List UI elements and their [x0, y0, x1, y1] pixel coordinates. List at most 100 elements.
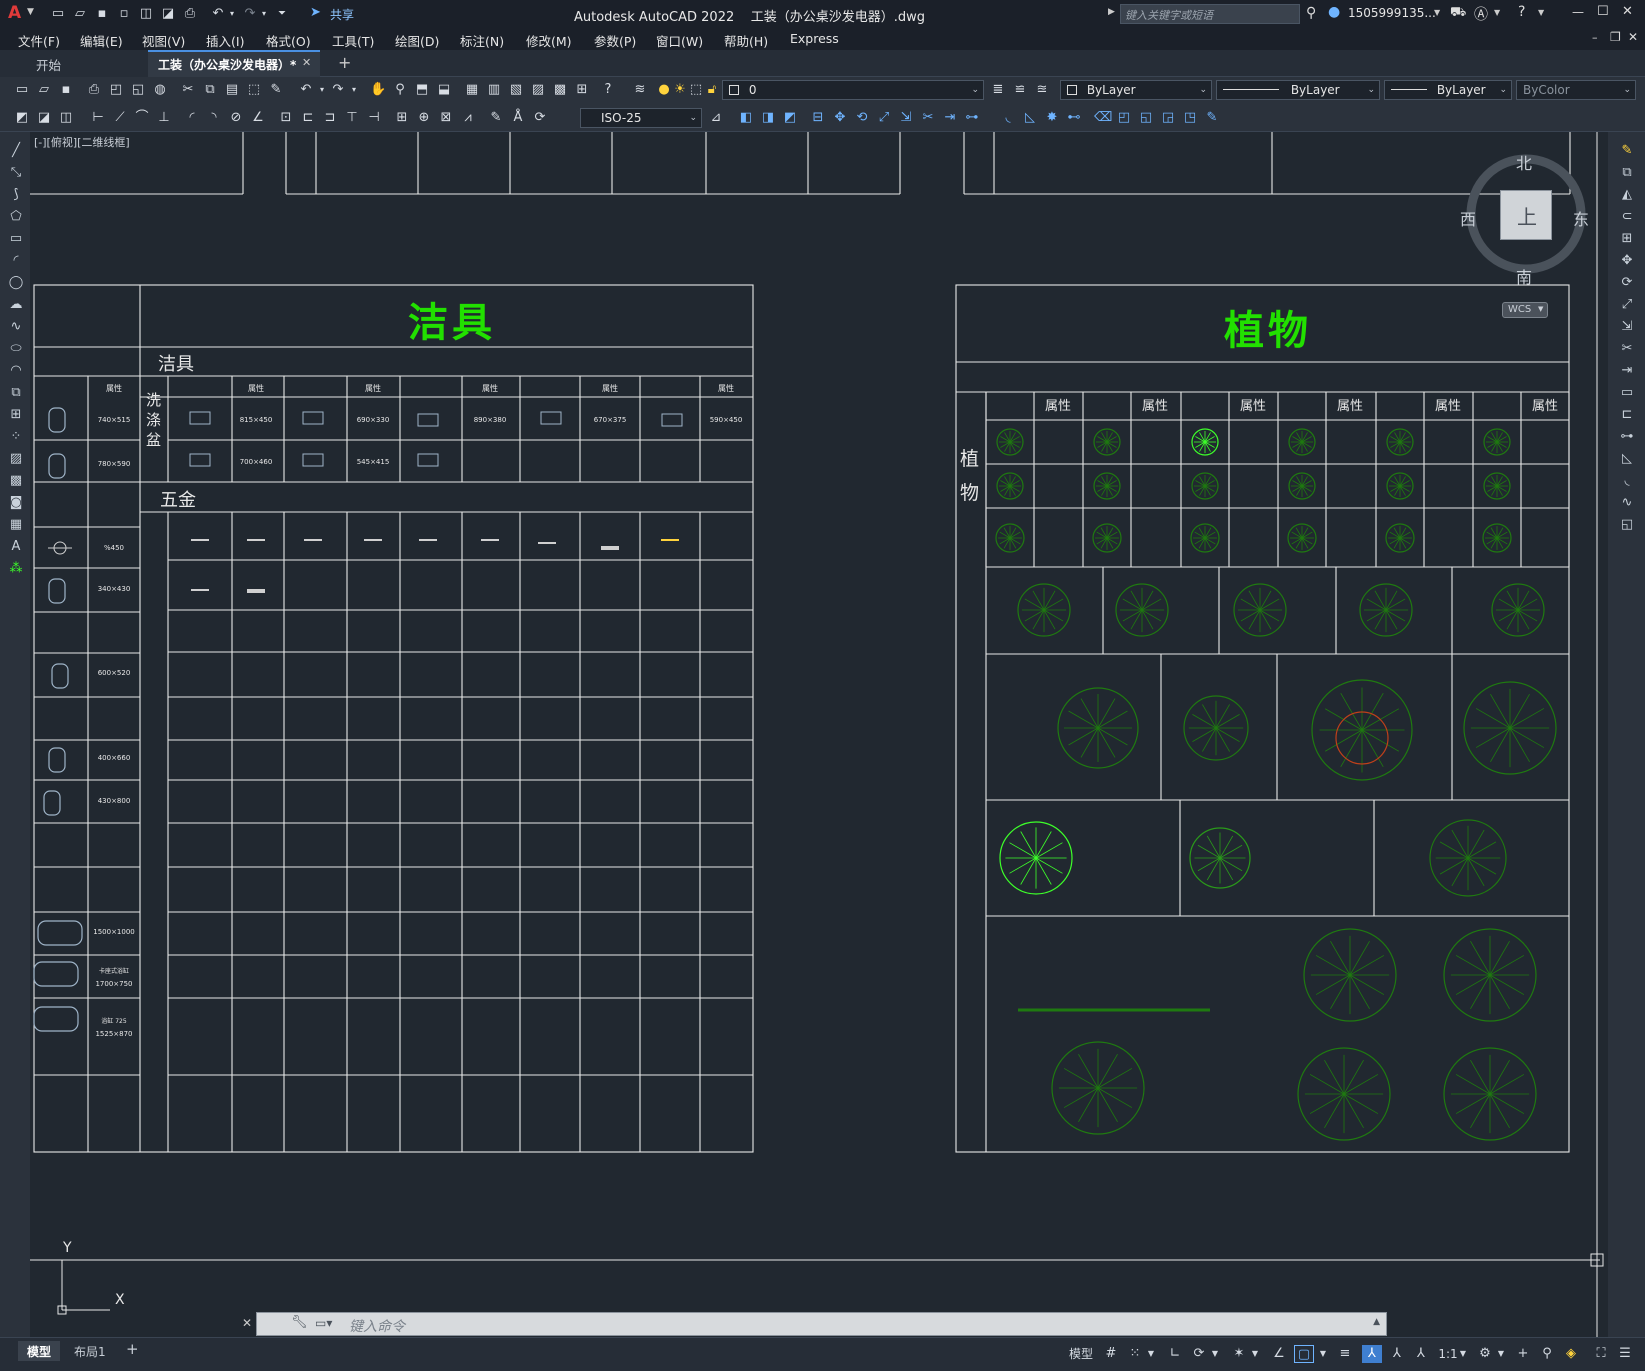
lineweight-dropdown[interactable]: ByLayer ⌄	[1384, 80, 1512, 100]
grid-icon[interactable]: #	[1102, 1345, 1120, 1363]
add-selected-icon[interactable]: ⁂	[7, 560, 25, 578]
viewcube-north[interactable]: 北	[1516, 150, 1532, 174]
zoom-previous-icon[interactable]: ⬓	[436, 82, 452, 98]
rotate-icon[interactable]: ⟳	[1618, 274, 1636, 292]
tool-palettes-icon[interactable]: ▧	[508, 82, 524, 98]
isolate-objects-icon[interactable]: ◈	[1562, 1345, 1580, 1363]
table-icon[interactable]: ▦	[7, 516, 25, 534]
redo-dropdown-icon[interactable]: ▾	[346, 82, 362, 98]
new-icon[interactable]: ▭	[14, 82, 30, 98]
chamfer-icon[interactable]: ◺	[1618, 450, 1636, 468]
command-line[interactable]: ✕ 🔧︎ ▭▾ 键入命令 ▲	[242, 1312, 1387, 1336]
ellipse-arc-icon[interactable]: ◠	[7, 362, 25, 380]
search-icon[interactable]: ⚲	[1306, 5, 1316, 21]
break-icon[interactable]: ⊏	[1618, 406, 1636, 424]
pan-icon[interactable]: ✋	[370, 82, 386, 98]
autocad-logo[interactable]: A	[8, 3, 21, 23]
viewcube-east[interactable]: 东	[1573, 206, 1589, 230]
ortho-icon[interactable]: ∟	[1166, 1345, 1184, 1363]
units-icon[interactable]: ⚲	[1538, 1345, 1556, 1363]
undo-dropdown-icon[interactable]: ▾	[224, 6, 240, 22]
close-window-button[interactable]: ✕	[1622, 4, 1633, 19]
tolerance-icon[interactable]: ⊞	[394, 110, 410, 126]
lineweight-icon[interactable]: ≡	[1336, 1345, 1354, 1363]
chamfer-icon[interactable]: ◺	[1022, 110, 1038, 126]
fillet-icon[interactable]: ◟	[1000, 110, 1016, 126]
jogged-dim-icon[interactable]: ◝	[206, 110, 222, 126]
fillet-icon[interactable]: ◟	[1618, 472, 1636, 490]
join-icon[interactable]: ⊷	[1066, 110, 1082, 126]
edit-hatch-icon[interactable]: ◳	[1182, 110, 1198, 126]
tab-active-drawing[interactable]: 工装（办公桌沙发电器）* ✕	[148, 50, 320, 77]
help-icon[interactable]: ?	[1518, 4, 1525, 20]
help-icon[interactable]: ?	[600, 82, 616, 98]
menu-help[interactable]: 帮助(H)	[724, 31, 768, 50]
workspace-gear-icon[interactable]: ⚙	[1476, 1345, 1494, 1363]
annotation-autoscale-icon[interactable]: ⅄	[1388, 1345, 1406, 1363]
layer-freeze-icon[interactable]: ☀	[672, 82, 688, 98]
user-dropdown-icon[interactable]: ▼	[1434, 8, 1440, 17]
annotation-scale-value[interactable]: 1:1	[1436, 1345, 1460, 1363]
linear-dim-icon[interactable]: ⊢	[90, 110, 106, 126]
save-icon[interactable]: ▪	[58, 82, 74, 98]
calculator-icon[interactable]: ⊞	[574, 82, 590, 98]
trim-icon[interactable]: ✂	[920, 110, 936, 126]
stretch-icon[interactable]: ⇲	[1618, 318, 1636, 336]
search-expand-icon[interactable]: ▶	[1108, 7, 1115, 17]
explode-icon[interactable]: ✸	[1044, 110, 1060, 126]
save-as-icon[interactable]: ▫	[116, 6, 132, 22]
add-layout-button[interactable]: +	[126, 1340, 139, 1358]
command-close-icon[interactable]: ✕	[242, 1316, 252, 1330]
minimize-button[interactable]: —	[1572, 5, 1584, 19]
block-editor-icon[interactable]: ✎	[268, 82, 284, 98]
workspace-dropdown-icon[interactable]: ▼	[1496, 1345, 1506, 1363]
dim-break-icon[interactable]: ⊣	[366, 110, 382, 126]
snap-dropdown-icon[interactable]: ▼	[1146, 1345, 1156, 1363]
doc-restore-button[interactable]: ❐	[1610, 30, 1621, 44]
doc-close-button[interactable]: ✕	[1628, 30, 1638, 44]
extend-icon[interactable]: ⇥	[942, 110, 958, 126]
scale-icon[interactable]: ⤢	[876, 110, 892, 126]
wblock-icon[interactable]: ◩	[14, 110, 30, 126]
edit-text-icon[interactable]: ✎	[1204, 110, 1220, 126]
menu-file[interactable]: 文件(F)	[18, 31, 60, 50]
spline-icon[interactable]: ∿	[7, 318, 25, 336]
help-search-input[interactable]: 键入关键字或短语	[1120, 4, 1300, 24]
clean-screen-icon[interactable]: ⛶	[1592, 1345, 1610, 1363]
cart-icon[interactable]: ⛟	[1450, 5, 1466, 22]
mirror-icon[interactable]: ◭	[1618, 186, 1636, 204]
autodesk-a360-icon[interactable]: Ⓐ	[1474, 4, 1488, 24]
zoom-window-icon[interactable]: ⬒	[414, 82, 430, 98]
wcs-button[interactable]: WCS ▼	[1502, 302, 1548, 318]
help-dropdown-icon[interactable]: ▼	[1538, 8, 1544, 17]
object-snap-tracking-icon[interactable]: ∠	[1270, 1345, 1288, 1363]
copy-icon[interactable]: ⧉	[1618, 164, 1636, 182]
annotation-visibility-icon[interactable]: ⅄	[1362, 1345, 1382, 1363]
make-block-icon[interactable]: ◪	[36, 110, 52, 126]
dim-text-edit-icon[interactable]: Å	[510, 110, 526, 126]
snap-icon[interactable]: ⁙	[1126, 1345, 1144, 1363]
plot-icon[interactable]: ⎙	[182, 6, 198, 22]
maximize-button[interactable]: ☐	[1597, 4, 1609, 19]
save-to-web-icon[interactable]: ◪	[160, 6, 176, 22]
layer-match-icon[interactable]: ≌	[1012, 82, 1028, 98]
offset-icon[interactable]: ◩	[782, 110, 798, 126]
erase-icon[interactable]: ✎	[1618, 142, 1636, 160]
radius-dim-icon[interactable]: ◜	[184, 110, 200, 126]
polar-dropdown-icon[interactable]: ▼	[1210, 1345, 1220, 1363]
properties-icon[interactable]: ▦	[464, 82, 480, 98]
draw-order-icon[interactable]: ◰	[1116, 110, 1132, 126]
menu-tools[interactable]: 工具(T)	[332, 31, 374, 50]
share-icon[interactable]: ➤	[310, 5, 321, 20]
layer-dropdown[interactable]: 0 ⌄	[722, 80, 984, 100]
offset-icon[interactable]: ⊂	[1618, 208, 1636, 226]
layer-previous-icon[interactable]: ≊	[1034, 82, 1050, 98]
construction-line-icon[interactable]: ⤡	[7, 164, 25, 182]
menu-window[interactable]: 窗口(W)	[656, 31, 703, 50]
extend-icon[interactable]: ⇥	[1618, 362, 1636, 380]
layer-lock-icon[interactable]: 🔓︎	[704, 82, 720, 98]
mirror-icon[interactable]: ◨	[760, 110, 776, 126]
open-file-icon[interactable]: ▱	[72, 6, 88, 22]
new-file-icon[interactable]: ▭	[50, 6, 66, 22]
continue-dim-icon[interactable]: ⊐	[322, 110, 338, 126]
